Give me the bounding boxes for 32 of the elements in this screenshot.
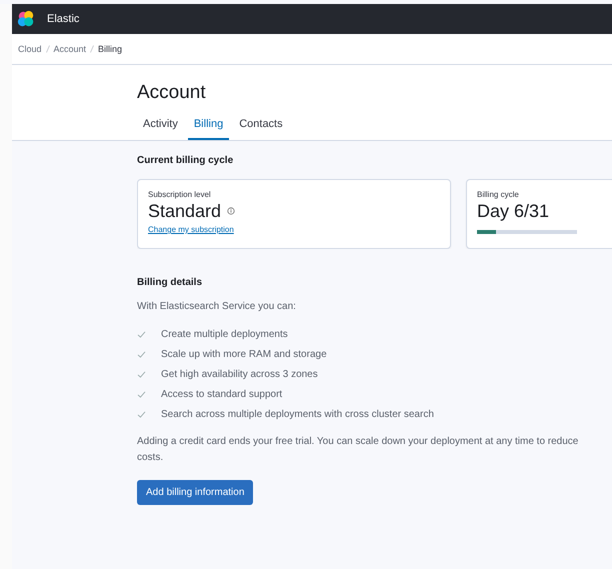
slash-icon [46,45,50,53]
feature-item: Create multiple deployments [161,328,288,340]
check-icon [137,370,146,378]
change-subscription-link[interactable]: Change my subscription [148,225,234,234]
feature-item: Scale up with more RAM and storage [161,348,327,360]
breadcrumb-link[interactable]: Cloud [18,44,42,54]
check-icon [137,410,146,418]
logo-icon[interactable] [17,10,35,28]
info-icon[interactable] [227,206,236,214]
intro-text: With Elasticsearch Service you can: [137,301,297,312]
feature-item: Access to standard support [161,388,282,400]
tab[interactable]: Billing [188,113,230,140]
feature-item: Search across multiple deployments with cross cluster search [161,408,434,420]
check-icon [137,350,146,358]
add-billing-button[interactable]: Add billing information [137,480,254,505]
slash-icon [90,45,94,53]
page-title: Account [137,81,207,104]
tab[interactable]: Contacts [233,113,289,140]
breadcrumb-current: Billing [98,44,122,54]
card-label: Subscription level [148,190,211,199]
check-icon [137,390,146,398]
note-text: Adding a credit card ends your free trial. You can scale down your deployment at any time to reduce costs. [137,435,580,465]
breadcrumb-link[interactable]: Account [54,44,86,54]
card-label: Billing cycle [477,190,519,199]
section-title: Billing details [137,277,204,288]
subscription-level: Standard [148,201,222,222]
check-icon [137,330,146,338]
feature-item: Get high availability across 3 zones [161,368,318,380]
section-title: Current billing cycle [137,155,234,166]
tab[interactable]: Activity [137,113,184,140]
billing-day: Day 6/31 [477,201,550,222]
brand-name: Elastic [47,13,80,25]
